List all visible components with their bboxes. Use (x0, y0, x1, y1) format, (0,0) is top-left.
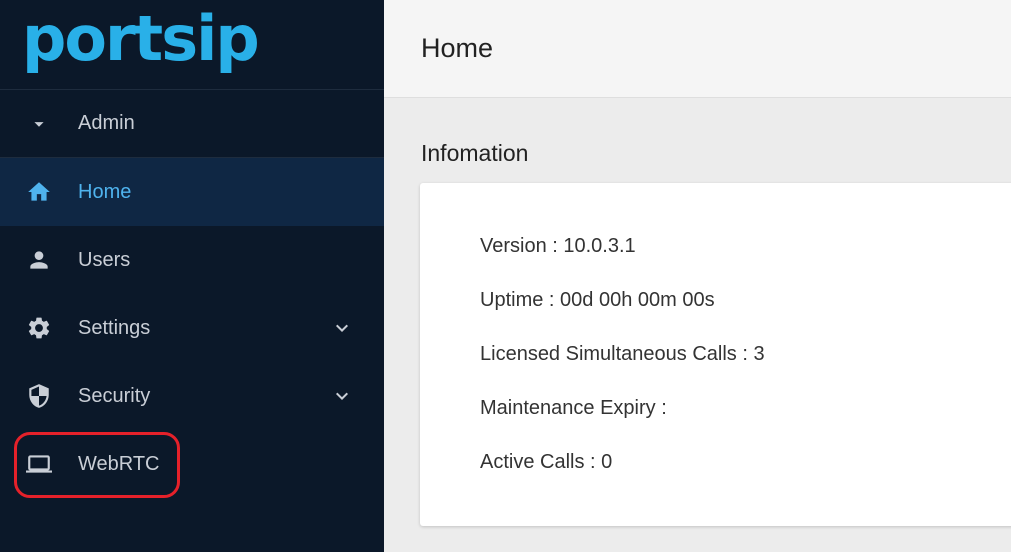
laptop-icon (0, 451, 78, 477)
sidebar-item-settings[interactable]: Settings (0, 294, 384, 362)
shield-icon (0, 383, 78, 409)
admin-dropdown[interactable]: Admin (0, 90, 384, 158)
sidebar-item-label: Security (78, 384, 151, 407)
licensed-calls-line: Licensed Simultaneous Calls : 3 (480, 343, 765, 365)
info-card: Version : 10.0.3.1 Uptime : 00d 00h 00m … (420, 183, 1011, 526)
maintenance-expiry-line: Maintenance Expiry : (480, 397, 667, 419)
sidebar-item-users[interactable]: Users (0, 226, 384, 294)
chevron-down-icon[interactable] (330, 384, 354, 408)
page-header: Home (384, 0, 1011, 98)
admin-label: Admin (78, 112, 135, 134)
sidebar: portsip Admin Home Users Settings Securi… (0, 0, 384, 552)
sidebar-item-security[interactable]: Security (0, 362, 384, 430)
chevron-down-icon[interactable] (330, 316, 354, 340)
logo-area: portsip (0, 0, 384, 90)
sidebar-item-label: Home (78, 180, 132, 203)
sidebar-item-label: Users (78, 248, 131, 271)
sidebar-item-label: WebRTC (78, 452, 160, 475)
home-icon (0, 179, 78, 205)
uptime-line: Uptime : 00d 00h 00m 00s (480, 289, 715, 311)
page-title: Home (421, 33, 494, 63)
caret-down-icon (0, 113, 78, 135)
gear-icon (0, 315, 78, 341)
sidebar-item-webrtc[interactable]: WebRTC (0, 430, 384, 498)
active-calls-line: Active Calls : 0 (480, 451, 613, 473)
sidebar-item-label: Settings (78, 316, 151, 339)
sidebar-item-home[interactable]: Home (0, 158, 384, 226)
info-section-title: Infomation (421, 140, 529, 166)
user-icon (0, 247, 78, 273)
version-line: Version : 10.0.3.1 (480, 235, 636, 257)
main-content: Home Infomation Version : 10.0.3.1 Uptim… (384, 0, 1011, 552)
portsip-logo[interactable]: portsip (22, 7, 260, 70)
